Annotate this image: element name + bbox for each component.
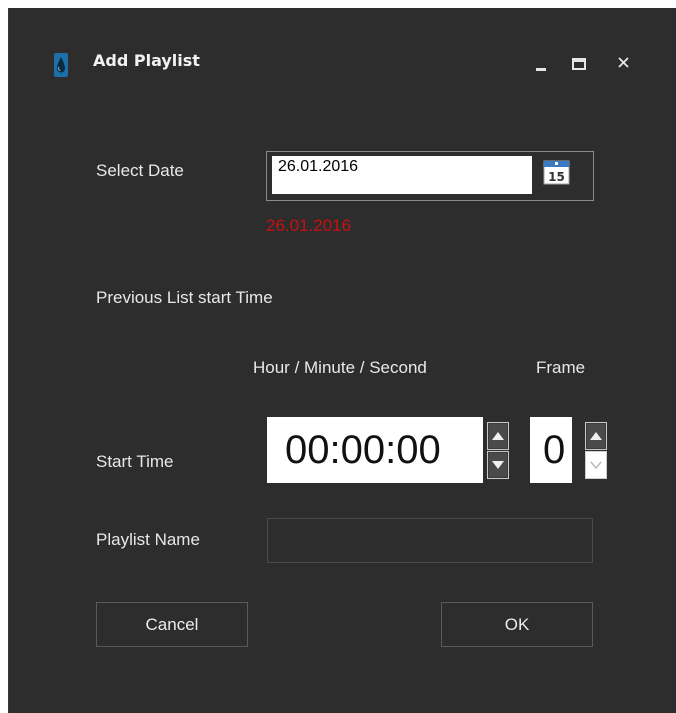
maximize-icon[interactable] xyxy=(567,48,593,78)
frame-up-arrow-icon[interactable] xyxy=(585,422,607,450)
start-time-input[interactable]: 00:00:00 xyxy=(267,417,483,483)
cancel-button[interactable]: Cancel xyxy=(96,602,248,647)
frame-down-arrow-icon[interactable] xyxy=(585,451,607,479)
playlist-name-label: Playlist Name xyxy=(96,530,200,549)
window-title: Add Playlist xyxy=(93,51,200,70)
frame-header: Frame xyxy=(536,358,586,377)
calendar-day-text: 15 xyxy=(548,170,565,184)
calendar-icon[interactable]: 15 xyxy=(543,158,571,186)
playlist-name-input[interactable] xyxy=(267,518,593,563)
add-playlist-dialog: Add Playlist Select Date 26.01.2016 15 2… xyxy=(8,8,676,713)
date-input[interactable]: 26.01.2016 xyxy=(272,156,532,194)
selected-date-echo: 26.01.2016 xyxy=(266,216,352,235)
start-time-label: Start Time xyxy=(96,452,174,471)
date-picker[interactable]: 26.01.2016 15 xyxy=(266,151,594,201)
close-icon[interactable] xyxy=(612,48,638,78)
time-up-arrow-icon[interactable] xyxy=(487,422,509,450)
time-down-arrow-icon[interactable] xyxy=(487,451,509,479)
title-bar: Add Playlist xyxy=(9,8,676,113)
frame-input[interactable]: 0 xyxy=(530,417,572,483)
ok-button[interactable]: OK xyxy=(441,602,593,647)
hms-header: Hour / Minute / Second xyxy=(253,358,427,377)
app-drop-icon xyxy=(54,53,68,77)
minimize-icon[interactable] xyxy=(529,48,555,78)
select-date-label: Select Date xyxy=(96,161,184,180)
previous-list-start-time-label: Previous List start Time xyxy=(96,288,273,307)
